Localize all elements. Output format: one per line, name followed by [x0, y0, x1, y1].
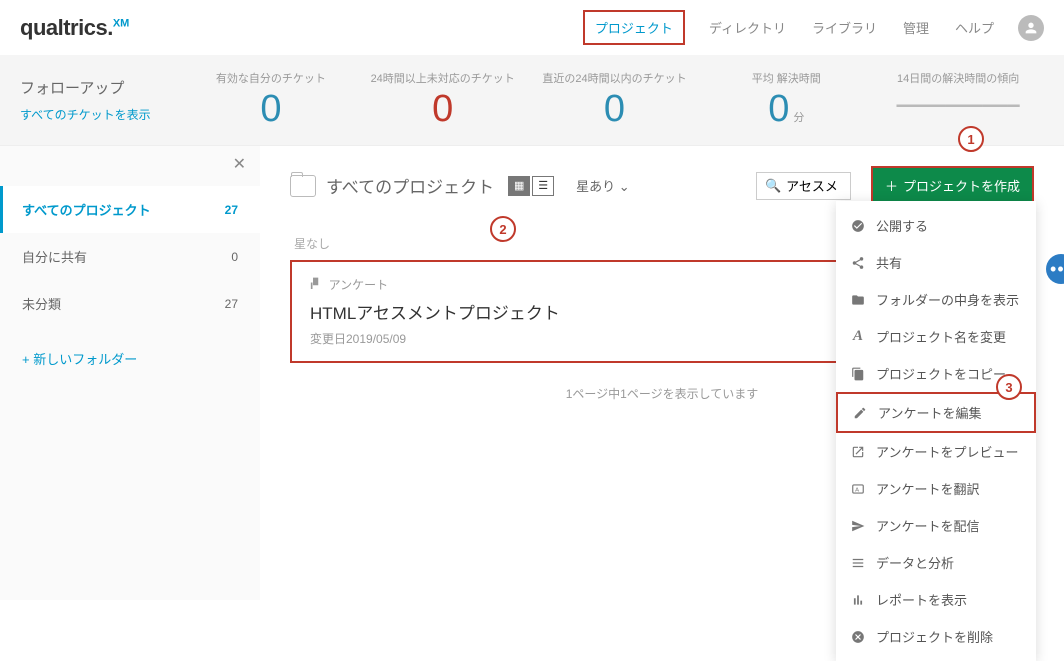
dropdown-label: アンケートを編集 [878, 403, 981, 422]
logo[interactable]: qualtrics.XM [20, 15, 129, 41]
dropdown-item[interactable]: アンケートを配信 [836, 507, 1036, 544]
sidebar-item[interactable]: 自分に共有0 [0, 233, 260, 280]
dropdown-label: プロジェクトをコピー [876, 364, 1006, 383]
search-input[interactable] [786, 178, 846, 193]
dropdown-label: プロジェクトを削除 [876, 627, 993, 646]
search-icon: 🔍 [765, 178, 781, 194]
sidebar-item[interactable]: すべてのプロジェクト27 [0, 186, 260, 233]
followup-title: フォローアップ [20, 77, 185, 98]
stat-label: 24時間以上未対応のチケット [357, 70, 529, 86]
svg-text:A: A [855, 487, 859, 493]
nav-directory[interactable]: ディレクトリ [707, 12, 788, 43]
stat-value: 0 [529, 88, 701, 131]
dropdown-label: 公開する [876, 216, 928, 235]
dropdown-label: アンケートを翻訳 [876, 479, 979, 498]
star-filter[interactable]: 星あり ⌄ [576, 176, 630, 195]
A-icon: A [850, 328, 866, 345]
survey-icon: ı▘ [310, 278, 323, 292]
preview-icon [850, 445, 866, 459]
search-box[interactable]: 🔍 [756, 172, 851, 200]
create-project-button[interactable]: ＋ プロジェクトを作成 [871, 166, 1034, 205]
sparkline: ▁▁▁▁▁▁▁▁▁▁ [872, 88, 1044, 108]
view-list-icon[interactable]: ☰ [532, 176, 554, 196]
callout-1: 1 [958, 126, 984, 152]
folder-icon [850, 293, 866, 307]
dropdown-item[interactable]: A プロジェクト名を変更 [836, 318, 1036, 355]
folder-icon [290, 175, 316, 197]
user-avatar-icon[interactable] [1018, 15, 1044, 41]
translate-icon: A [850, 482, 866, 496]
pencil-icon [852, 406, 868, 420]
check-icon [850, 219, 866, 233]
dropdown-item[interactable]: フォルダーの中身を表示 [836, 281, 1036, 318]
nav-library[interactable]: ライブラリ [810, 12, 879, 43]
delete-icon [850, 630, 866, 644]
actions-dropdown: 公開する共有フォルダーの中身を表示 A プロジェクト名を変更プロジェクトをコピーアン… [836, 201, 1036, 661]
stat-label: 有効な自分のチケット [185, 70, 357, 86]
stat-value: 0 [185, 88, 357, 131]
dropdown-item[interactable]: A アンケートを翻訳 [836, 470, 1036, 507]
dropdown-label: アンケートをプレビュー [876, 442, 1018, 461]
dropdown-label: 共有 [876, 253, 902, 272]
dropdown-label: プロジェクト名を変更 [876, 327, 1006, 346]
sidebar-item[interactable]: 未分類27 [0, 280, 260, 327]
more-actions-button[interactable]: ••• [1046, 254, 1064, 284]
stat-label: 14日間の解決時間の傾向 [872, 70, 1044, 86]
callout-3: 3 [996, 374, 1022, 400]
send-icon [850, 519, 866, 533]
dropdown-item[interactable]: 公開する [836, 207, 1036, 244]
new-folder-button[interactable]: + 新しいフォルダー [0, 335, 260, 382]
data-icon [850, 556, 866, 570]
followup-link[interactable]: すべてのチケットを表示 [20, 106, 185, 123]
dropdown-item[interactable]: プロジェクトを削除 [836, 618, 1036, 655]
share-icon [850, 256, 866, 270]
stat-value: 0分 [700, 88, 872, 131]
stat-label: 平均 解決時間 [700, 70, 872, 86]
dropdown-item[interactable]: アンケートをプレビュー [836, 433, 1036, 470]
dropdown-label: データと分析 [876, 553, 954, 572]
dropdown-label: フォルダーの中身を表示 [876, 290, 1019, 309]
dropdown-label: アンケートを配信 [876, 516, 979, 535]
stat-label: 直近の24時間以内のチケット [529, 70, 701, 86]
stat-value: 0 [357, 88, 529, 131]
nav-projects[interactable]: プロジェクト [583, 10, 685, 45]
plus-icon: ＋ [885, 176, 898, 195]
copy-icon [850, 367, 866, 381]
callout-2: 2 [490, 216, 516, 242]
nav-help[interactable]: ヘルプ [953, 12, 996, 43]
content-title: すべてのプロジェクト [326, 173, 494, 198]
nav-admin[interactable]: 管理 [901, 12, 931, 43]
dropdown-item[interactable]: データと分析 [836, 544, 1036, 581]
dropdown-item[interactable]: 共有 [836, 244, 1036, 281]
close-icon[interactable]: ✕ [233, 154, 246, 174]
view-card-icon[interactable]: ▦ [508, 176, 530, 196]
